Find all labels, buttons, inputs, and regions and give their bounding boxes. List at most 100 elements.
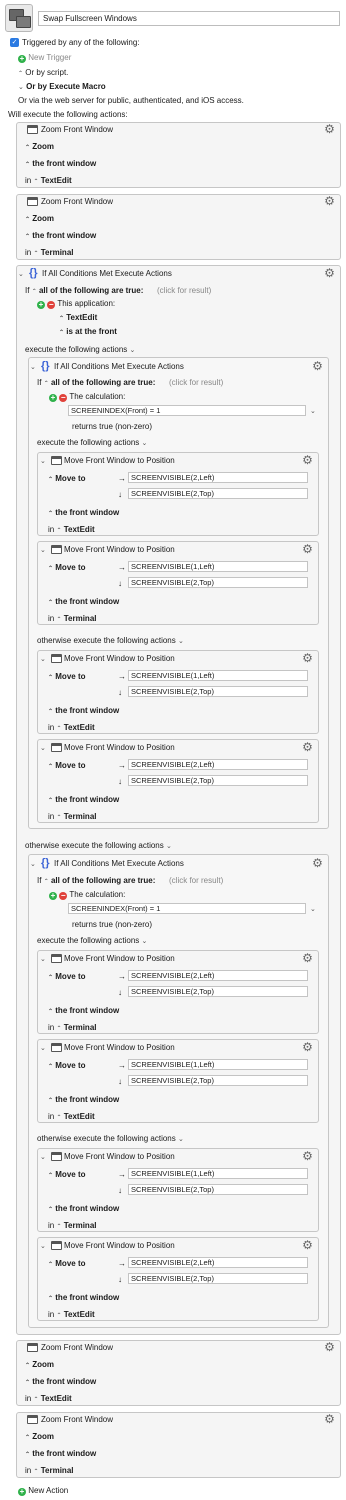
gear-icon[interactable]: ⚙ [312,360,323,372]
gear-icon[interactable]: ⚙ [302,1239,313,1251]
zoom-select[interactable]: ⌃ Zoom [25,142,54,153]
window-select[interactable]: ⌃ the front window [48,1293,119,1304]
left-field[interactable]: SCREENVISIBLE(1,Left) [128,670,308,681]
move-to-select[interactable]: ⌃ Move to [48,1259,86,1270]
minus-icon[interactable]: − [59,892,68,900]
plus-icon[interactable]: + [37,301,45,309]
gear-icon[interactable]: ⚙ [324,1341,335,1353]
chevron-down-icon[interactable]: ⌄ [310,408,316,415]
top-field[interactable]: SCREENVISIBLE(2,Top) [128,1075,308,1086]
chevron-down-icon[interactable]: ⌄ [40,547,46,554]
window-select[interactable]: ⌃ the front window [25,1449,96,1460]
gear-icon[interactable]: ⚙ [302,454,313,466]
window-select[interactable]: ⌃ the front window [48,1204,119,1215]
top-field[interactable]: SCREENVISIBLE(2,Top) [128,686,308,697]
minus-icon[interactable]: − [47,301,56,309]
left-field[interactable]: SCREENVISIBLE(2,Left) [128,1257,308,1268]
top-field[interactable]: SCREENVISIBLE(2,Top) [128,577,308,588]
window-select[interactable]: ⌃ the front window [48,597,119,608]
left-field[interactable]: SCREENVISIBLE(1,Left) [128,561,308,572]
app-select[interactable]: in ⌃ Terminal [48,812,96,823]
or-by-script-toggle[interactable]: ⌃ Or by script. [18,68,68,79]
app-state-select[interactable]: ⌃ is at the front [59,327,117,338]
app-select[interactable]: in ⌃ TextEdit [25,1394,72,1405]
app-select[interactable]: in ⌃ TextEdit [25,176,72,187]
new-trigger-button[interactable]: + New Trigger [18,53,71,63]
top-field[interactable]: SCREENVISIBLE(2,Top) [128,986,308,997]
window-select[interactable]: ⌃ the front window [48,706,119,717]
left-field[interactable]: SCREENVISIBLE(1,Left) [128,1059,308,1070]
calculation-field[interactable]: SCREENINDEX(Front) = 1 [68,903,306,914]
click-for-result[interactable]: (click for result) [169,876,223,886]
or-by-execute-macro-toggle[interactable]: ⌄ Or by Execute Macro [18,82,106,93]
top-field[interactable]: SCREENVISIBLE(2,Top) [128,775,308,786]
app-select[interactable]: in ⌃ TextEdit [48,1310,95,1321]
plus-icon[interactable]: + [49,892,57,900]
gear-icon[interactable]: ⚙ [302,1150,313,1162]
left-field[interactable]: SCREENVISIBLE(2,Left) [128,472,308,483]
gear-icon[interactable]: ⚙ [324,267,335,279]
app-select[interactable]: in ⌃ TextEdit [48,1112,95,1123]
window-select[interactable]: ⌃ the front window [48,1006,119,1017]
app-select[interactable]: ⌃ TextEdit [59,313,97,324]
app-select[interactable]: in ⌃ Terminal [48,614,96,625]
gear-icon[interactable]: ⚙ [312,857,323,869]
app-select[interactable]: in ⌃ Terminal [25,1466,73,1477]
move-to-select[interactable]: ⌃ Move to [48,761,86,772]
app-select[interactable]: in ⌃ Terminal [25,248,73,259]
chevron-down-icon[interactable]: ⌄ [40,956,46,963]
minus-icon[interactable]: − [59,394,68,402]
move-to-select[interactable]: ⌃ Move to [48,672,86,683]
new-action-button[interactable]: + New Action [18,1486,68,1496]
click-for-result[interactable]: (click for result) [157,286,211,296]
gear-icon[interactable]: ⚙ [324,1413,335,1425]
gear-icon[interactable]: ⚙ [324,195,335,207]
trigger-checkbox[interactable]: ✓ [10,38,19,47]
app-select[interactable]: in ⌃ Terminal [48,1221,96,1232]
plus-icon[interactable]: + [49,394,57,402]
chevron-down-icon[interactable]: ⌄ [40,1045,46,1052]
move-to-select[interactable]: ⌃ Move to [48,563,86,574]
window-select[interactable]: ⌃ the front window [48,508,119,519]
chevron-down-icon[interactable]: ⌄ [30,364,36,371]
gear-icon[interactable]: ⚙ [302,741,313,753]
window-select[interactable]: ⌃ the front window [48,1095,119,1106]
move-to-select[interactable]: ⌃ Move to [48,972,86,983]
app-select[interactable]: in ⌃ TextEdit [48,723,95,734]
chevron-down-icon[interactable]: ⌄ [40,1154,46,1161]
left-field[interactable]: SCREENVISIBLE(2,Left) [128,970,308,981]
left-field[interactable]: SCREENVISIBLE(1,Left) [128,1168,308,1179]
gear-icon[interactable]: ⚙ [302,952,313,964]
condition-mode[interactable]: If ⌃ all of the following are true: [37,378,155,389]
click-for-result[interactable]: (click for result) [169,378,223,388]
app-select[interactable]: in ⌃ Terminal [48,1023,96,1034]
chevron-down-icon[interactable]: ⌄ [40,656,46,663]
zoom-select[interactable]: ⌃ Zoom [25,1432,54,1443]
left-field[interactable]: SCREENVISIBLE(2,Left) [128,759,308,770]
app-select[interactable]: in ⌃ TextEdit [48,525,95,536]
macro-title-input[interactable]: Swap Fullscreen Windows [38,11,340,26]
window-select[interactable]: ⌃ the front window [25,159,96,170]
zoom-select[interactable]: ⌃ Zoom [25,1360,54,1371]
window-select[interactable]: ⌃ the front window [25,1377,96,1388]
move-to-select[interactable]: ⌃ Move to [48,474,86,485]
chevron-down-icon[interactable]: ⌄ [40,458,46,465]
top-field[interactable]: SCREENVISIBLE(2,Top) [128,1273,308,1284]
gear-icon[interactable]: ⚙ [324,123,335,135]
gear-icon[interactable]: ⚙ [302,652,313,664]
top-field[interactable]: SCREENVISIBLE(2,Top) [128,488,308,499]
chevron-down-icon[interactable]: ⌄ [40,1243,46,1250]
chevron-down-icon[interactable]: ⌄ [18,269,24,280]
calculation-field[interactable]: SCREENINDEX(Front) = 1 [68,405,306,416]
condition-mode[interactable]: If ⌃ all of the following are true: [37,876,155,887]
chevron-down-icon[interactable]: ⌄ [40,745,46,752]
chevron-down-icon[interactable]: ⌄ [30,861,36,868]
move-to-select[interactable]: ⌃ Move to [48,1170,86,1181]
window-select[interactable]: ⌃ the front window [48,795,119,806]
zoom-select[interactable]: ⌃ Zoom [25,214,54,225]
window-select[interactable]: ⌃ the front window [25,231,96,242]
gear-icon[interactable]: ⚙ [302,543,313,555]
gear-icon[interactable]: ⚙ [302,1041,313,1053]
top-field[interactable]: SCREENVISIBLE(2,Top) [128,1184,308,1195]
chevron-down-icon[interactable]: ⌄ [310,906,316,913]
